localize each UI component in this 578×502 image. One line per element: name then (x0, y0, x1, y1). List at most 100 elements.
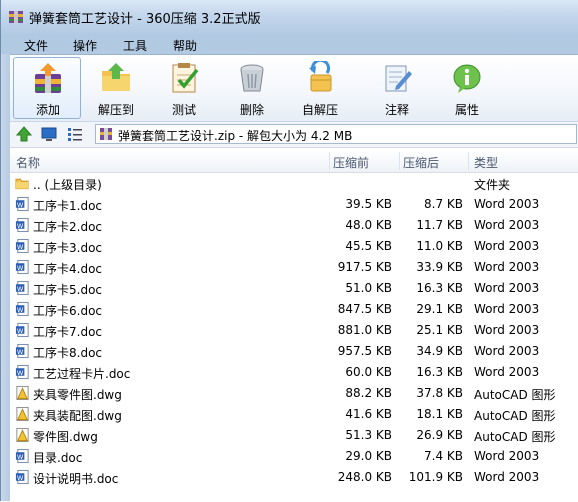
properties-label: 属性 (454, 103, 479, 117)
file-packed-size: 11.7 KB (416, 218, 463, 232)
svg-text:W: W (17, 453, 24, 461)
file-name: 工序卡3.doc (33, 241, 103, 255)
add-label: 添加 (35, 103, 60, 117)
add-button[interactable]: 添加 (13, 57, 81, 119)
menu-operate[interactable]: 操作 (73, 37, 97, 54)
word-doc-icon: W (15, 301, 29, 317)
file-type: Word 2003 (474, 344, 540, 358)
file-type: AutoCAD 图形 (474, 430, 556, 444)
file-type: Word 2003 (474, 302, 540, 316)
comment-label: 注释 (384, 103, 409, 117)
file-row[interactable]: W 工序卡2.doc 48.0 KB 11.7 KB Word 2003 (10, 215, 578, 236)
svg-text:W: W (17, 369, 24, 377)
list-view-icon[interactable] (67, 126, 83, 142)
file-packed-size: 18.1 KB (416, 407, 463, 421)
file-name: 工艺过程卡片.doc (33, 367, 131, 381)
svg-text:W: W (17, 285, 24, 293)
desktop-view-icon[interactable] (41, 126, 57, 142)
file-size: 48.0 KB (345, 218, 392, 232)
menu-tools[interactable]: 工具 (123, 37, 147, 54)
file-row[interactable]: W 工序卡3.doc 45.5 KB 11.0 KB Word 2003 (10, 236, 578, 257)
file-name: 零件图.dwg (33, 430, 98, 444)
file-packed-size: 33.9 KB (416, 260, 463, 274)
self-extract-label: 自解压 (301, 103, 338, 117)
word-doc-icon: W (15, 322, 29, 338)
word-doc-icon: W (15, 364, 29, 380)
file-row[interactable]: W 工序卡7.doc 881.0 KB 25.1 KB Word 2003 (10, 320, 578, 341)
column-divider[interactable] (329, 152, 330, 170)
file-packed-size: 16.3 KB (416, 365, 463, 379)
test-checklist-icon (172, 63, 199, 93)
file-name: 工序卡6.doc (33, 304, 103, 318)
add-archive-icon (35, 63, 61, 93)
file-type: AutoCAD 图形 (474, 409, 556, 423)
file-row[interactable]: 零件图.dwg 51.3 KB 26.9 KB AutoCAD 图形 (10, 425, 578, 446)
svg-text:W: W (17, 264, 24, 272)
file-name: 设计说明书.doc (33, 472, 119, 486)
self-extract-button[interactable]: 自解压 (286, 57, 354, 119)
properties-button[interactable]: 属性 (433, 57, 501, 119)
delete-button[interactable]: 删除 (218, 57, 286, 119)
menu-help[interactable]: 帮助 (173, 37, 197, 54)
up-arrow-icon[interactable] (16, 126, 32, 142)
autocad-dwg-icon (16, 385, 29, 401)
autocad-dwg-icon (16, 427, 29, 443)
file-row[interactable]: W 工艺过程卡片.doc 60.0 KB 16.3 KB Word 2003 (10, 362, 578, 383)
file-row[interactable]: W 工序卡6.doc 847.5 KB 29.1 KB Word 2003 (10, 299, 578, 320)
file-row[interactable]: W 工序卡4.doc 917.5 KB 33.9 KB Word 2003 (10, 257, 578, 278)
file-type: 文件夹 (474, 178, 511, 192)
column-packed-header[interactable]: 压缩后 (403, 154, 439, 171)
column-name-header[interactable]: 名称 (16, 154, 40, 171)
file-packed-size: 25.1 KB (416, 323, 463, 337)
column-divider[interactable] (468, 152, 469, 170)
word-doc-icon: W (15, 343, 29, 359)
word-doc-icon: W (15, 196, 29, 212)
file-size: 248.0 KB (337, 470, 392, 484)
file-type: Word 2003 (474, 470, 540, 484)
address-field[interactable]: 弹簧套筒工艺设计.zip - 解包大小为 4.2 MB (95, 124, 577, 144)
file-row[interactable]: W 工序卡1.doc 39.5 KB 8.7 KB Word 2003 (10, 194, 578, 215)
file-name: 工序卡7.doc (33, 325, 103, 339)
extract-folder-icon (102, 63, 130, 91)
file-packed-size: 26.9 KB (416, 428, 463, 442)
extract-to-button[interactable]: 解压到 (82, 57, 150, 119)
file-size: 51.3 KB (345, 428, 392, 442)
app-window: 弹簧套筒工艺设计 - 360压缩 3.2正式版 文件 操作 工具 帮助 添加 解… (0, 0, 578, 502)
file-row[interactable]: .. (上级目录) 文件夹 (10, 173, 578, 194)
menu-bar: 文件 操作 工具 帮助 (11, 36, 578, 54)
svg-text:W: W (17, 201, 24, 209)
file-size: 39.5 KB (345, 197, 392, 211)
menu-file[interactable]: 文件 (24, 37, 48, 54)
test-button[interactable]: 测试 (150, 57, 218, 119)
file-row[interactable]: W 设计说明书.doc 248.0 KB 101.9 KB Word 2003 (10, 467, 578, 488)
list-header: 名称 压缩前 压缩后 类型 (10, 150, 578, 173)
window-title: 弹簧套筒工艺设计 - 360压缩 3.2正式版 (29, 12, 261, 27)
column-type-header[interactable]: 类型 (474, 154, 498, 171)
file-size: 51.0 KB (345, 281, 392, 295)
file-name: .. (上级目录) (33, 178, 102, 192)
file-row[interactable]: 夹具零件图.dwg 88.2 KB 37.8 KB AutoCAD 图形 (10, 383, 578, 404)
column-divider[interactable] (399, 152, 400, 170)
file-row[interactable]: W 目录.doc 29.0 KB 7.4 KB Word 2003 (10, 446, 578, 467)
column-size-header[interactable]: 压缩前 (333, 154, 369, 171)
comment-button[interactable]: 注释 (363, 57, 431, 119)
title-bar[interactable]: 弹簧套筒工艺设计 - 360压缩 3.2正式版 (1, 0, 578, 34)
file-row[interactable]: W 工序卡8.doc 957.5 KB 34.9 KB Word 2003 (10, 341, 578, 362)
file-name: 夹具装配图.dwg (33, 409, 122, 423)
file-type: Word 2003 (474, 323, 540, 337)
file-name: 工序卡8.doc (33, 346, 103, 360)
file-packed-size: 34.9 KB (416, 344, 463, 358)
file-type: AutoCAD 图形 (474, 388, 556, 402)
file-size: 957.5 KB (337, 344, 392, 358)
zip-archive-icon (100, 128, 112, 140)
file-size: 88.2 KB (345, 386, 392, 400)
word-doc-icon: W (15, 280, 29, 296)
file-type: Word 2003 (474, 449, 540, 463)
word-doc-icon: W (15, 238, 29, 254)
file-packed-size: 7.4 KB (424, 449, 463, 463)
file-name: 目录.doc (33, 451, 83, 465)
file-row[interactable]: 夹具装配图.dwg 41.6 KB 18.1 KB AutoCAD 图形 (10, 404, 578, 425)
file-row[interactable]: W 工序卡5.doc 51.0 KB 16.3 KB Word 2003 (10, 278, 578, 299)
file-type: Word 2003 (474, 239, 540, 253)
file-packed-size: 37.8 KB (416, 386, 463, 400)
